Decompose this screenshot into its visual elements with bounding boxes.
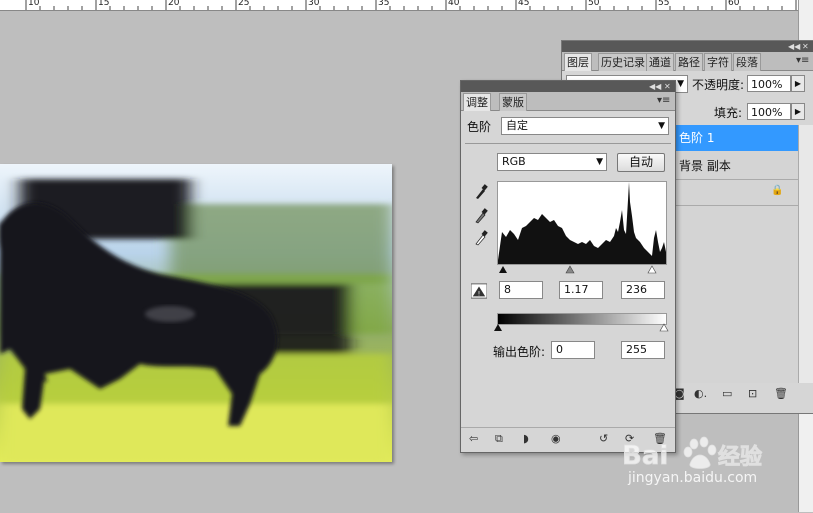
- clip-to-layer-icon[interactable]: ◗: [523, 432, 529, 445]
- gray-eyedropper-icon[interactable]: [473, 207, 489, 225]
- layers-scrollbar[interactable]: [798, 125, 813, 383]
- ruler-label: 35: [378, 0, 390, 8]
- ruler-label: 45: [518, 0, 530, 8]
- ruler-label: 20: [168, 0, 180, 8]
- preset-select[interactable]: 自定 ▼: [501, 117, 669, 135]
- delete-icon[interactable]: 🗑: [774, 387, 788, 400]
- svg-text:!: !: [478, 290, 481, 297]
- ruler-ticks: [25, 0, 797, 10]
- ruler-label: 55: [658, 0, 670, 8]
- output-black-field[interactable]: 0: [551, 341, 595, 359]
- output-sliders[interactable]: [493, 323, 669, 333]
- channel-value: RGB: [502, 155, 526, 168]
- watermark-url: jingyan.baidu.com: [628, 470, 758, 486]
- output-white-field[interactable]: 255: [621, 341, 665, 359]
- canvas-image-horse[interactable]: [0, 164, 392, 462]
- tab-character[interactable]: 字符: [704, 53, 732, 71]
- layer-item-background[interactable]: 🔒: [675, 179, 799, 206]
- black-eyedropper-icon[interactable]: [473, 183, 489, 201]
- close-icon[interactable]: ✕: [664, 81, 671, 92]
- svg-text:Bai: Bai: [622, 441, 668, 471]
- opacity-field[interactable]: 100%: [747, 75, 791, 92]
- svg-text:经验: 经验: [718, 444, 762, 470]
- preset-label: 色阶: [467, 120, 492, 134]
- tab-layers[interactable]: 图层: [564, 53, 592, 71]
- layer-list: 色阶 1 背景 副本 🔒: [674, 125, 799, 383]
- chevron-down-icon: ▼: [596, 157, 603, 167]
- ruler-label: 60: [728, 0, 740, 8]
- close-icon[interactable]: ✕: [802, 41, 809, 52]
- panel-menu-icon[interactable]: ▾≡: [796, 55, 809, 66]
- fill-arrow-icon[interactable]: ▶: [791, 103, 805, 120]
- expand-view-icon[interactable]: ⧉: [495, 432, 503, 446]
- panel-title-bar[interactable]: ◀◀ ✕: [562, 41, 813, 52]
- tab-history[interactable]: 历史记录: [598, 53, 648, 71]
- tab-masks[interactable]: 蒙版: [499, 93, 527, 111]
- collapse-icon[interactable]: ◀◀: [649, 81, 661, 92]
- auto-button[interactable]: 自动: [617, 153, 665, 172]
- panel-title-bar[interactable]: ◀◀ ✕: [461, 81, 675, 92]
- tab-paths[interactable]: 路径: [675, 53, 703, 71]
- input-sliders[interactable]: [497, 265, 667, 275]
- back-arrow-icon[interactable]: ⇦: [469, 432, 478, 445]
- opacity-label: 不透明度:: [692, 78, 745, 92]
- group-folder-icon[interactable]: ▭: [722, 387, 732, 400]
- input-gamma-field[interactable]: 1.17: [559, 281, 603, 299]
- histogram: [497, 181, 667, 265]
- layers-bottom-toolbar: ◙ ◐. ▭ ⊡ 🗑: [674, 385, 813, 405]
- divider: [465, 143, 671, 144]
- channel-select[interactable]: RGB ▼: [497, 153, 607, 171]
- ruler-label: 40: [448, 0, 460, 8]
- adjustments-panel: ◀◀ ✕ 调整 蒙版 ▾≡ 色阶 自定 ▼ RGB ▼ 自动 ! 8 1.17 23…: [460, 80, 676, 453]
- opacity-arrow-icon[interactable]: ▶: [791, 75, 805, 92]
- ruler-label: 30: [308, 0, 320, 8]
- ruler-label: 15: [98, 0, 110, 8]
- ruler-label: 50: [588, 0, 600, 8]
- chevron-down-icon: ▼: [658, 121, 665, 131]
- layer-name: 背景 副本: [679, 159, 731, 173]
- collapse-icon[interactable]: ◀◀: [788, 41, 800, 52]
- ruler-label: 10: [28, 0, 40, 8]
- previous-state-icon[interactable]: ↺: [599, 432, 608, 445]
- new-layer-icon[interactable]: ⊡: [748, 387, 757, 400]
- output-levels-label: 输出色阶:: [493, 345, 546, 359]
- layers-tab-bar: 图层 历史记录 通道 路径 字符 段落 ▾≡: [562, 52, 813, 71]
- adjustments-tab-bar: 调整 蒙版 ▾≡: [461, 92, 675, 111]
- layer-name: 色阶 1: [679, 131, 715, 145]
- clipping-warning-icon[interactable]: !: [471, 282, 487, 300]
- layer-item-background-copy[interactable]: 背景 副本: [675, 153, 799, 180]
- tab-adjustments[interactable]: 调整: [463, 93, 491, 111]
- input-white-field[interactable]: 236: [621, 281, 665, 299]
- layer-item-levels[interactable]: 色阶 1: [675, 125, 799, 151]
- tab-paragraph[interactable]: 段落: [733, 53, 761, 71]
- horizontal-ruler: 10 15 20 25 30 35 40 45 50 55 60: [0, 0, 800, 11]
- fill-field[interactable]: 100%: [747, 103, 791, 120]
- preset-value: 自定: [506, 119, 528, 132]
- panel-menu-icon[interactable]: ▾≡: [657, 95, 670, 106]
- white-eyedropper-icon[interactable]: [473, 229, 489, 247]
- fill-label: 填充:: [714, 106, 743, 120]
- lock-icon: 🔒: [771, 185, 784, 196]
- tab-channels[interactable]: 通道: [646, 53, 674, 71]
- input-black-field[interactable]: 8: [499, 281, 543, 299]
- baidu-jingyan-watermark: Bai 经验 jingyan.baidu.com: [620, 430, 800, 510]
- adjustment-layer-icon[interactable]: ◐.: [694, 387, 707, 400]
- ruler-label: 25: [238, 0, 250, 8]
- visibility-eye-icon[interactable]: ◉: [551, 432, 561, 445]
